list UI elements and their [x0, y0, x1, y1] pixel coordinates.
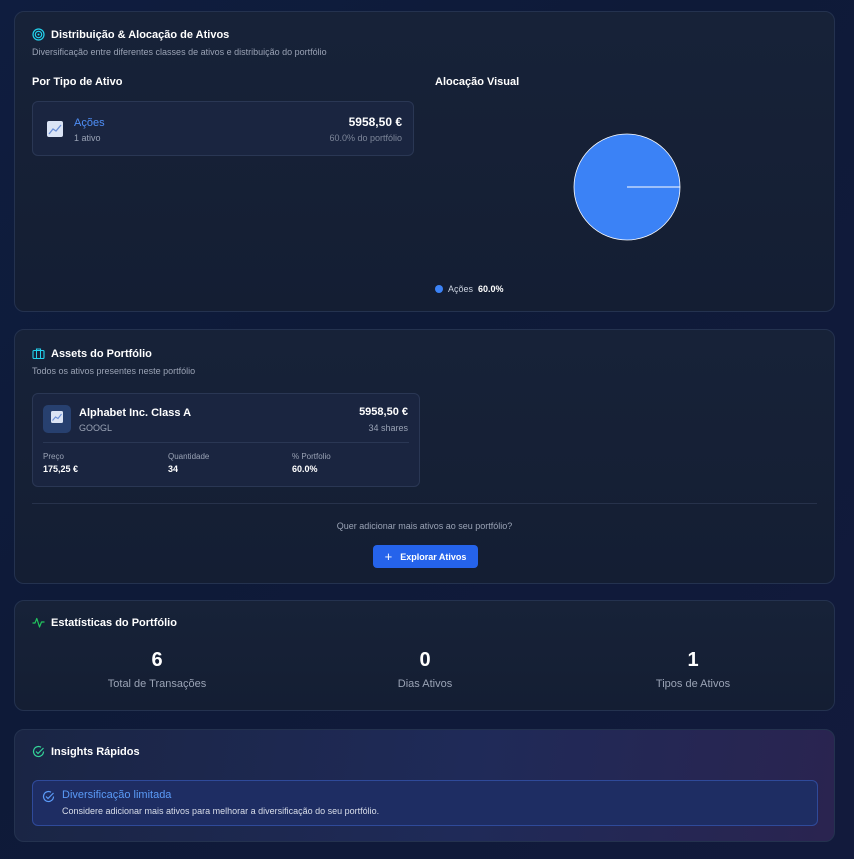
activity-icon: [32, 616, 45, 629]
plus-icon: +: [384, 549, 393, 564]
legend-label: Ações: [448, 284, 474, 294]
quantity-value: 34: [168, 464, 179, 474]
asset-ticker: GOOGL: [79, 423, 113, 433]
stat-label: Tipos de Ativos: [655, 678, 731, 690]
insights-card: Insights Rápidos Diversificação limitada…: [14, 729, 835, 842]
assets-card: Assets do Portfólio Todos os ativos pres…: [14, 329, 835, 584]
insight-title: Diversificação limitada: [62, 789, 172, 801]
stat-asset-types: 1 Tipos de Ativos: [593, 649, 793, 690]
stats-card: Estatísticas do Portfólio 6 Total de Tra…: [14, 600, 835, 711]
assets-subtitle: Todos os ativos presentes neste portfóli…: [32, 366, 196, 376]
insights-title: Insights Rápidos: [32, 745, 140, 758]
target-icon: [32, 28, 45, 41]
distribution-subtitle: Diversificação entre diferentes classes …: [32, 47, 327, 57]
allocation-pie-chart: [573, 133, 681, 241]
stat-label: Total de Transações: [107, 678, 207, 690]
pie-legend: Ações 60.0%: [435, 284, 504, 294]
asset-type-count: 1 ativo: [74, 133, 101, 143]
chart-line-icon: [46, 120, 64, 138]
stat-value: 0: [419, 649, 431, 671]
assets-title: Assets do Portfólio: [32, 347, 152, 360]
distribution-title: Distribuição & Alocação de Ativos: [32, 28, 229, 41]
stats-title: Estatísticas do Portfólio: [32, 616, 177, 629]
stat-total-transactions: 6 Total de Transações: [57, 649, 257, 690]
price-label: Preço: [43, 452, 64, 461]
stat-value: 6: [151, 649, 163, 671]
divider: [43, 442, 409, 443]
check-circle-icon: [32, 745, 45, 758]
by-type-heading: Por Tipo de Ativo: [32, 76, 123, 88]
quantity-label: Quantidade: [168, 452, 210, 461]
distribution-card: Distribuição & Alocação de Ativos Divers…: [14, 11, 835, 312]
portfolio-pct-label: % Portfolio: [292, 452, 331, 461]
asset-type-name: Ações: [74, 117, 105, 129]
asset-value: 5958,50 €: [359, 406, 408, 418]
explore-assets-label: Explorar Ativos: [400, 551, 467, 562]
asset-shares: 34 shares: [368, 423, 408, 433]
explore-assets-button[interactable]: + Explorar Ativos: [373, 545, 478, 568]
explore-question: Quer adicionar mais ativos ao seu portfó…: [336, 521, 513, 531]
stat-label: Dias Ativos: [397, 678, 453, 690]
asset-type-item[interactable]: Ações 1 ativo 5958,50 € 60.0% do portfól…: [32, 101, 414, 156]
chart-line-icon: [50, 410, 64, 429]
price-value: 175,25 €: [43, 464, 79, 474]
legend-dot: [435, 285, 443, 293]
insight-description: Considere adicionar mais ativos para mel…: [62, 806, 380, 816]
stat-value: 1: [687, 649, 699, 671]
legend-value: 60.0%: [478, 284, 504, 294]
briefcase-icon: [32, 347, 45, 360]
asset-type-value: 5958,50 €: [348, 115, 402, 129]
check-circle-icon: [42, 790, 55, 808]
asset-card[interactable]: Alphabet Inc. Class A GOOGL 5958,50 € 34…: [32, 393, 420, 487]
stat-active-days: 0 Dias Ativos: [325, 649, 525, 690]
divider: [32, 503, 817, 504]
portfolio-pct-value: 60.0%: [292, 464, 318, 474]
visual-allocation-heading: Alocação Visual: [435, 76, 520, 88]
asset-name: Alphabet Inc. Class A: [79, 407, 192, 419]
insight-item: Diversificação limitada Considere adicio…: [32, 780, 818, 826]
asset-logo: [43, 405, 71, 433]
asset-type-percent: 60.0% do portfólio: [329, 133, 402, 143]
